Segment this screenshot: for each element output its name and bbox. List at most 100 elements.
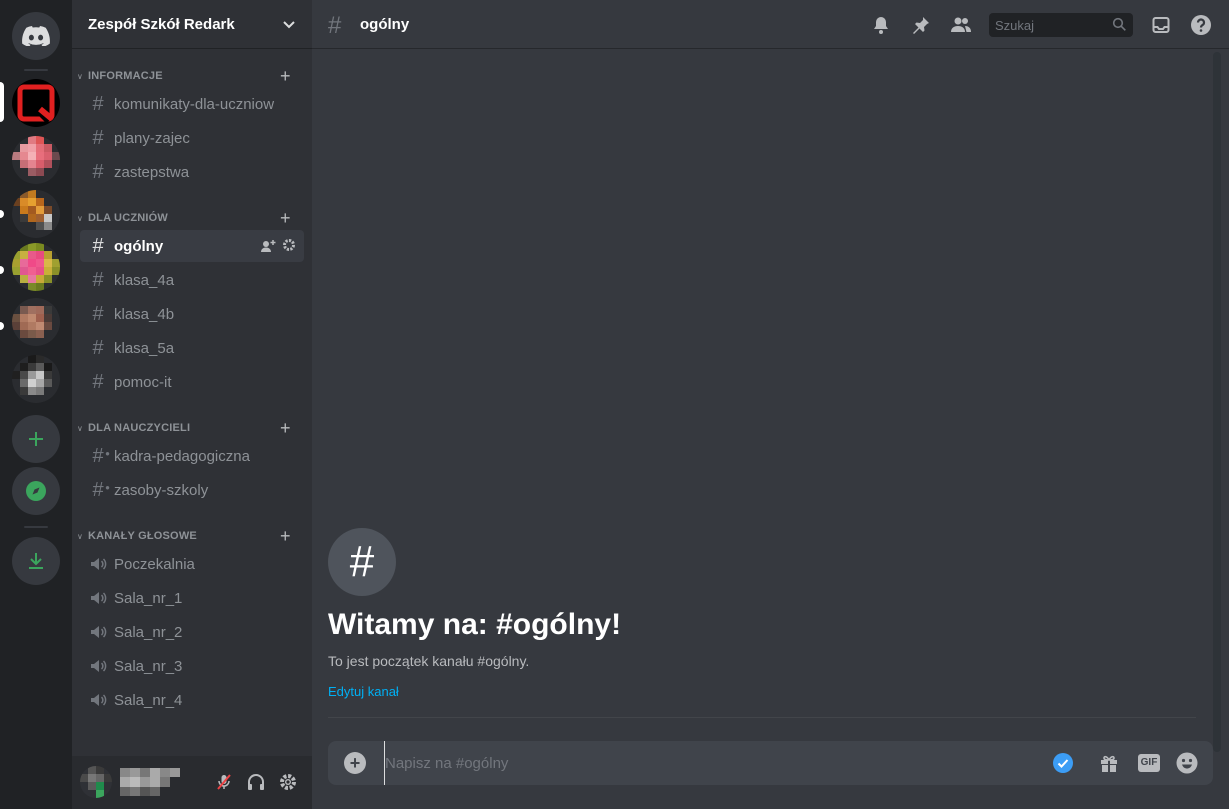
voice-channel-sala-nr-1[interactable]: Sala_nr_1 (80, 582, 304, 614)
channel-plany-zajec[interactable]: # plany-zajec (80, 122, 304, 154)
channel-kadra-pedagogiczna[interactable]: # ● kadra-pedagogiczna (80, 440, 304, 472)
channel-label: klasa_4b (114, 305, 175, 323)
chevron-down-icon: ∨ (77, 71, 83, 81)
settings-gear-icon[interactable] (282, 238, 296, 252)
help-icon (1191, 15, 1211, 35)
attach-plus-button[interactable]: + (344, 752, 366, 774)
plus-icon: + (349, 753, 361, 773)
channel-pomoc-it[interactable]: # pomoc-it (80, 366, 304, 398)
category-dla-uczniow[interactable]: ∨ DLA UCZNIÓW + (72, 208, 312, 228)
verified-check-button[interactable] (1051, 751, 1075, 775)
gift-button[interactable] (1097, 751, 1121, 775)
create-channel-icon[interactable]: + (280, 209, 291, 227)
channel-label: zasoby-szkoly (114, 481, 209, 499)
category-informacje[interactable]: ∨ INFORMACJE + (72, 66, 312, 86)
channel-label: Sala_nr_4 (114, 691, 183, 709)
channel-komunikaty-dla-uczniow[interactable]: # komunikaty-dla-uczniow (80, 88, 304, 120)
unread-indicator (0, 266, 4, 274)
edit-channel-link[interactable]: Edytuj kanał (328, 684, 399, 699)
avatar[interactable] (80, 766, 112, 798)
notification-settings-button[interactable] (869, 13, 893, 37)
channel-label: plany-zajec (114, 129, 190, 147)
category-label: DLA NAUCZYCIELI (88, 422, 191, 434)
locked-text-channel-icon: # ● (92, 445, 110, 467)
create-channel-icon[interactable]: + (280, 67, 291, 85)
channel-ogolny[interactable]: # ogólny (80, 230, 304, 262)
inbox-icon (1152, 17, 1170, 33)
channel-label: Sala_nr_1 (114, 589, 183, 607)
help-button[interactable] (1189, 13, 1213, 37)
server-icon-redark[interactable] (12, 79, 60, 127)
speaker-icon (91, 558, 107, 570)
voice-channel-sala-nr-2[interactable]: Sala_nr_2 (80, 616, 304, 648)
emoji-picker-button[interactable] (1175, 751, 1199, 775)
inbox-button[interactable] (1149, 13, 1173, 37)
server-icon-3[interactable] (12, 190, 60, 238)
member-list-button[interactable] (949, 13, 973, 37)
channel-klasa-5a[interactable]: # klasa_5a (80, 332, 304, 364)
search-box[interactable] (989, 13, 1133, 37)
channel-klasa-4a[interactable]: # klasa_4a (80, 264, 304, 296)
create-channel-icon[interactable]: + (280, 527, 291, 545)
locked-text-channel-icon: # ● (92, 479, 110, 501)
channel-label: zastepstwa (114, 163, 190, 181)
message-composer: + GIF (328, 741, 1213, 785)
category-dla-nauczycieli[interactable]: ∨ DLA NAUCZYCIELI + (72, 418, 312, 438)
search-icon (1112, 17, 1126, 31)
server-icon-5[interactable] (12, 298, 60, 346)
guild-name: Zespół Szkół Redark (88, 15, 235, 33)
text-channel-icon: # (92, 161, 104, 183)
channel-label: Sala_nr_3 (114, 657, 183, 675)
microphone-muted-icon (217, 774, 231, 790)
message-input[interactable] (384, 741, 1044, 785)
speaker-icon (91, 626, 107, 638)
channel-zasoby-szkoly[interactable]: # ● zasoby-szkoly (80, 474, 304, 506)
user-settings-button[interactable] (276, 770, 300, 794)
server-icon-2[interactable] (12, 136, 60, 184)
voice-channel-sala-nr-4[interactable]: Sala_nr_4 (80, 684, 304, 716)
server-icon-6[interactable] (12, 355, 60, 403)
channel-zastepstwa[interactable]: # zastepstwa (80, 156, 304, 188)
plus-icon (29, 432, 43, 446)
unread-indicator (0, 322, 4, 330)
bell-icon (874, 17, 888, 34)
voice-channel-poczekalnia[interactable]: Poczekalnia (80, 548, 304, 580)
voice-channel-sala-nr-3[interactable]: Sala_nr_3 (80, 650, 304, 682)
text-channel-icon: # (92, 303, 104, 325)
channel-label: klasa_4a (114, 271, 175, 289)
explore-servers-button[interactable] (12, 467, 60, 515)
home-button[interactable] (12, 12, 60, 60)
unread-indicator (0, 210, 4, 218)
gif-picker-button[interactable]: GIF (1135, 751, 1163, 775)
mute-microphone-button[interactable] (212, 770, 236, 794)
create-channel-icon[interactable]: + (280, 419, 291, 437)
user-panel (72, 756, 312, 809)
category-label: DLA UCZNIÓW (88, 212, 169, 224)
compass-icon (26, 481, 46, 501)
pin-icon (913, 17, 929, 34)
scrollbar[interactable] (1213, 52, 1221, 752)
invite-user-icon[interactable] (260, 238, 276, 254)
channel-hash-icon: # (328, 528, 396, 596)
channel-label: pomoc-it (114, 373, 172, 391)
chevron-down-icon: ∨ (77, 213, 83, 223)
username-redacted (120, 768, 180, 796)
text-channel-icon: # (92, 269, 104, 291)
chevron-down-icon[interactable] (282, 17, 296, 31)
channel-klasa-4b[interactable]: # klasa_4b (80, 298, 304, 330)
server-icon-4[interactable] (12, 243, 60, 291)
channel-label: Sala_nr_2 (114, 623, 183, 641)
deafen-button[interactable] (244, 770, 268, 794)
selected-server-indicator (0, 82, 4, 122)
main-chat-area: # ogólny # Witamy na: #ogólny! To jest p… (312, 0, 1229, 809)
pinned-messages-button[interactable] (909, 13, 933, 37)
emoji-smile-icon (1176, 752, 1198, 774)
add-server-button[interactable] (12, 415, 60, 463)
channel-title: ogólny (360, 16, 410, 33)
text-channel-icon: # (92, 127, 104, 149)
search-input[interactable] (989, 13, 1109, 37)
guild-header[interactable]: Zespół Szkół Redark (72, 0, 312, 49)
download-icon (29, 553, 43, 569)
category-kanaly-glosowe[interactable]: ∨ KANAŁY GŁOSOWE + (72, 526, 312, 546)
download-apps-button[interactable] (12, 537, 60, 585)
